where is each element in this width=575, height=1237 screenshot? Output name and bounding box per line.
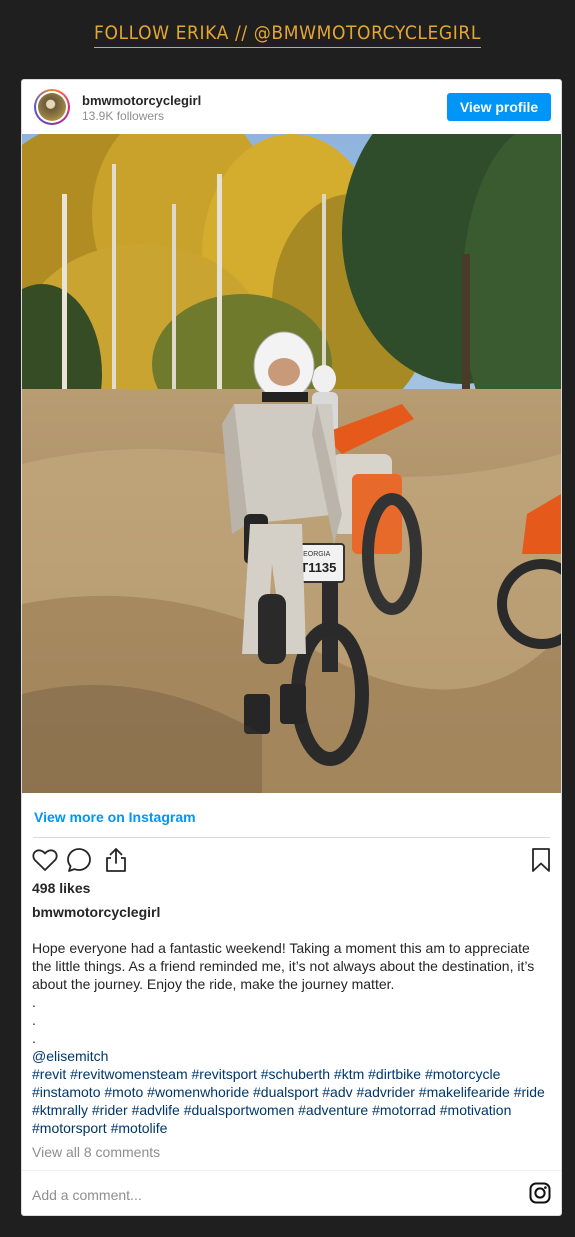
- view-profile-button[interactable]: View profile: [447, 93, 551, 121]
- like-count[interactable]: 498 likes: [32, 880, 90, 896]
- add-comment-input[interactable]: Add a comment...: [32, 1187, 142, 1203]
- instagram-icon[interactable]: [529, 1182, 551, 1204]
- post-caption: Hope everyone had a fantastic weekend! T…: [32, 939, 552, 1137]
- username[interactable]: bmwmotorcyclegirl: [82, 93, 201, 108]
- instagram-embed-card: bmwmotorcyclegirl 13.9K followers View p…: [21, 79, 562, 1216]
- caption-text: Hope everyone had a fantastic weekend! T…: [32, 940, 535, 1046]
- follow-link[interactable]: FOLLOW ERIKA // @BMWMOTORCYCLEGIRL: [94, 22, 481, 48]
- comment-icon[interactable]: [66, 847, 92, 873]
- heart-icon[interactable]: [32, 848, 58, 872]
- banner: FOLLOW ERIKA // @BMWMOTORCYCLEGIRL: [0, 0, 575, 79]
- follower-count: 13.9K followers: [82, 109, 165, 123]
- divider: [33, 837, 550, 838]
- hashtag-list[interactable]: #revit #revitwomensteam #revitsport #sch…: [32, 1065, 552, 1137]
- view-more-link[interactable]: View more on Instagram: [34, 809, 196, 825]
- post-photo[interactable]: GEORGIA ET1135: [22, 134, 561, 793]
- caption-username[interactable]: bmwmotorcyclegirl: [32, 904, 160, 920]
- share-icon[interactable]: [104, 847, 128, 873]
- view-all-comments-link[interactable]: View all 8 comments: [32, 1144, 160, 1160]
- post-header: bmwmotorcyclegirl 13.9K followers View p…: [22, 80, 561, 134]
- divider: [22, 1170, 561, 1171]
- bookmark-icon[interactable]: [530, 847, 552, 873]
- avatar[interactable]: [34, 89, 70, 125]
- mention-link[interactable]: @elisemitch: [32, 1047, 552, 1065]
